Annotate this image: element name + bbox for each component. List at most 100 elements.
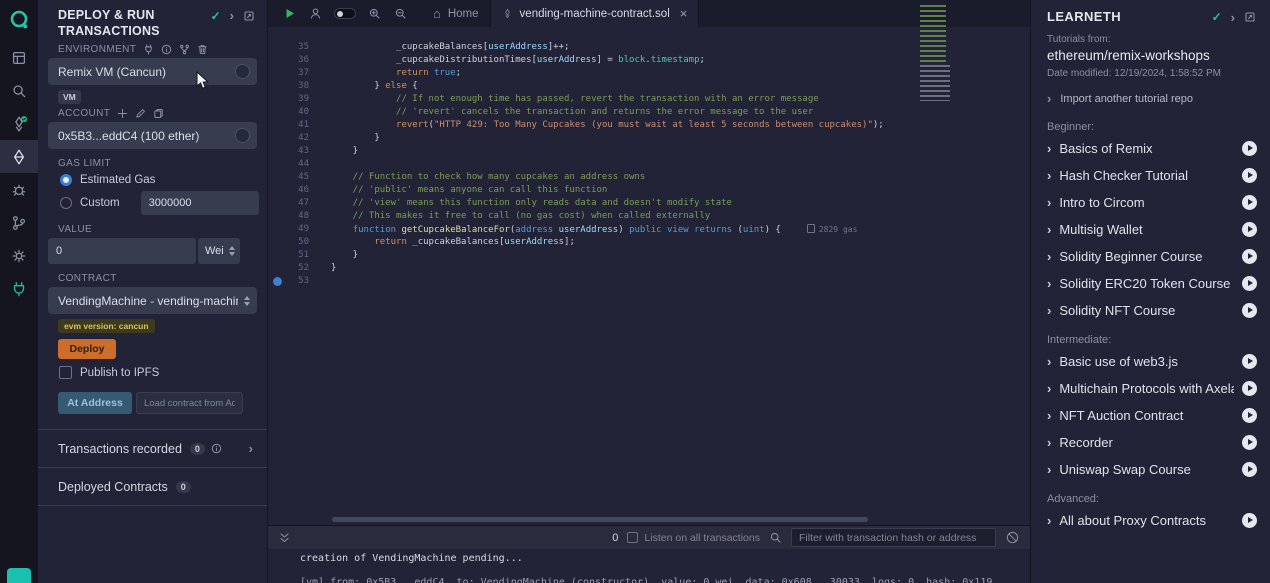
line-number[interactable]: 45 [268,171,331,184]
code-line[interactable]: // 'view' means this function only reads… [331,197,990,210]
line-number[interactable]: 38 [268,80,331,93]
line-number[interactable]: 39 [268,93,331,106]
code-line[interactable] [331,275,990,288]
deploy-run-icon[interactable] [0,140,38,173]
tab-home[interactable]: ⌂ Home [422,0,491,27]
zoom-out-icon[interactable] [393,6,408,21]
open-in-window-icon[interactable] [243,10,255,22]
tutorial-item[interactable]: ›Solidity Beginner Course [1031,243,1270,270]
contract-select-arrows-icon[interactable] [244,296,250,306]
line-number[interactable]: 50 [268,236,331,249]
chevron-right-icon[interactable]: › [1231,11,1235,24]
line-number[interactable]: 52 [268,262,331,275]
code-line[interactable]: // If not enough time has passed, revert… [331,93,990,106]
line-number[interactable]: 51 [268,249,331,262]
line-number[interactable]: 35 [268,41,331,54]
code-line[interactable] [331,158,990,171]
terminal-toggle-icon[interactable] [278,531,291,544]
line-number[interactable]: 43 [268,145,331,158]
estimated-gas-radio[interactable] [60,174,72,186]
line-number[interactable]: 36 [268,54,331,67]
account-action-icon[interactable] [235,128,250,143]
code-line[interactable]: // Function to check how many cupcakes a… [331,171,990,184]
play-circle-icon[interactable] [1242,249,1257,264]
deploy-button[interactable]: Deploy [58,339,116,359]
custom-gas-option[interactable]: Custom [60,191,253,215]
code-line[interactable]: // 'revert' cancels the transaction and … [331,106,990,119]
search-icon[interactable] [0,74,38,107]
contract-select[interactable]: VendingMachine - vending-machine-contrac… [48,287,257,314]
custom-gas-input[interactable] [141,191,259,215]
toggle-switch[interactable] [334,8,356,19]
unit-stepper-icon[interactable] [229,246,235,256]
zoom-in-icon[interactable] [367,6,382,21]
fork-icon[interactable] [179,44,190,55]
tutorial-item[interactable]: ›Recorder [1031,429,1270,456]
file-explorer-icon[interactable] [0,41,38,74]
tutorial-item[interactable]: ›Basics of Remix [1031,135,1270,162]
breakpoint-dot[interactable] [273,277,282,286]
play-circle-icon[interactable] [1242,141,1257,156]
play-circle-icon[interactable] [1242,168,1257,183]
environment-select[interactable]: Remix VM (Cancun) [48,58,257,85]
code-line[interactable]: _cupcakeDistributionTimes[userAddress] =… [331,54,990,67]
tutorial-item[interactable]: ›Basic use of web3.js [1031,348,1270,375]
listen-option[interactable]: Listen on all transactions [627,532,760,544]
copy-icon[interactable] [153,108,164,119]
tutorial-item[interactable]: ›Hash Checker Tutorial [1031,162,1270,189]
line-number[interactable]: 48 [268,210,331,223]
line-number[interactable]: 46 [268,184,331,197]
terminal-filter-input[interactable] [791,528,996,547]
tutorial-item[interactable]: ›Solidity NFT Course [1031,297,1270,324]
tab-vending-machine-contract[interactable]: vending-machine-contract.sol × [491,0,700,27]
remix-logo-icon[interactable] [0,5,38,35]
plugin-manager-icon[interactable] [0,272,38,305]
code-editor[interactable]: 35363738394041424344454647484950515253 _… [268,27,1030,525]
tutorial-item[interactable]: ›Solidity ERC20 Token Course [1031,270,1270,297]
at-address-button[interactable]: At Address [58,392,132,414]
run-script-icon[interactable] [282,6,297,21]
play-circle-icon[interactable] [1242,435,1257,450]
code-line[interactable]: return true; [331,67,990,80]
environment-action-icon[interactable] [235,64,250,79]
code-line[interactable]: } else { [331,80,990,93]
user-icon[interactable] [308,6,323,21]
publish-ipfs-option[interactable]: Publish to IPFS [59,366,253,379]
line-number[interactable]: 40 [268,106,331,119]
clear-console-icon[interactable] [1005,530,1020,545]
publish-ipfs-checkbox[interactable] [59,366,72,379]
line-number[interactable]: 47 [268,197,331,210]
code-line[interactable]: } [331,145,990,158]
line-number[interactable]: 42 [268,132,331,145]
import-tutorial-repo[interactable]: › Import another tutorial repo [1031,92,1270,105]
play-circle-icon[interactable] [1242,222,1257,237]
tutorial-item[interactable]: ›All about Proxy Contracts [1031,507,1270,534]
custom-gas-radio[interactable] [60,197,72,209]
debugger-icon[interactable] [0,173,38,206]
code-line[interactable]: // 'public' means anyone can call this f… [331,184,990,197]
code-line[interactable]: } [331,249,990,262]
play-circle-icon[interactable] [1242,276,1257,291]
plug-icon[interactable] [143,44,154,55]
play-circle-icon[interactable] [1242,462,1257,477]
info-icon[interactable] [161,44,172,55]
info-icon[interactable] [211,443,222,454]
tutorial-item[interactable]: ›Multichain Protocols with Axelar [1031,375,1270,402]
value-input[interactable] [48,238,196,264]
plus-icon[interactable] [117,108,128,119]
line-number[interactable]: 53 [268,275,331,288]
horizontal-scrollbar[interactable] [332,517,868,522]
tutorial-item[interactable]: ›Uniswap Swap Course [1031,456,1270,483]
chevron-right-icon[interactable]: › [230,9,234,22]
settings-gear-icon[interactable] [0,239,38,272]
tutorial-item[interactable]: ›Multisig Wallet [1031,216,1270,243]
chevron-right-icon[interactable]: › [249,442,253,455]
deployed-contracts-row[interactable]: Deployed Contracts 0 [38,468,267,506]
at-address-input[interactable] [136,392,243,414]
tutorial-item[interactable]: ›NFT Auction Contract [1031,402,1270,429]
value-unit-select[interactable]: Wei [198,238,240,264]
play-circle-icon[interactable] [1242,354,1257,369]
play-circle-icon[interactable] [1242,195,1257,210]
code-line[interactable]: _cupcakeBalances[userAddress]++; [331,41,990,54]
play-circle-icon[interactable] [1242,408,1257,423]
